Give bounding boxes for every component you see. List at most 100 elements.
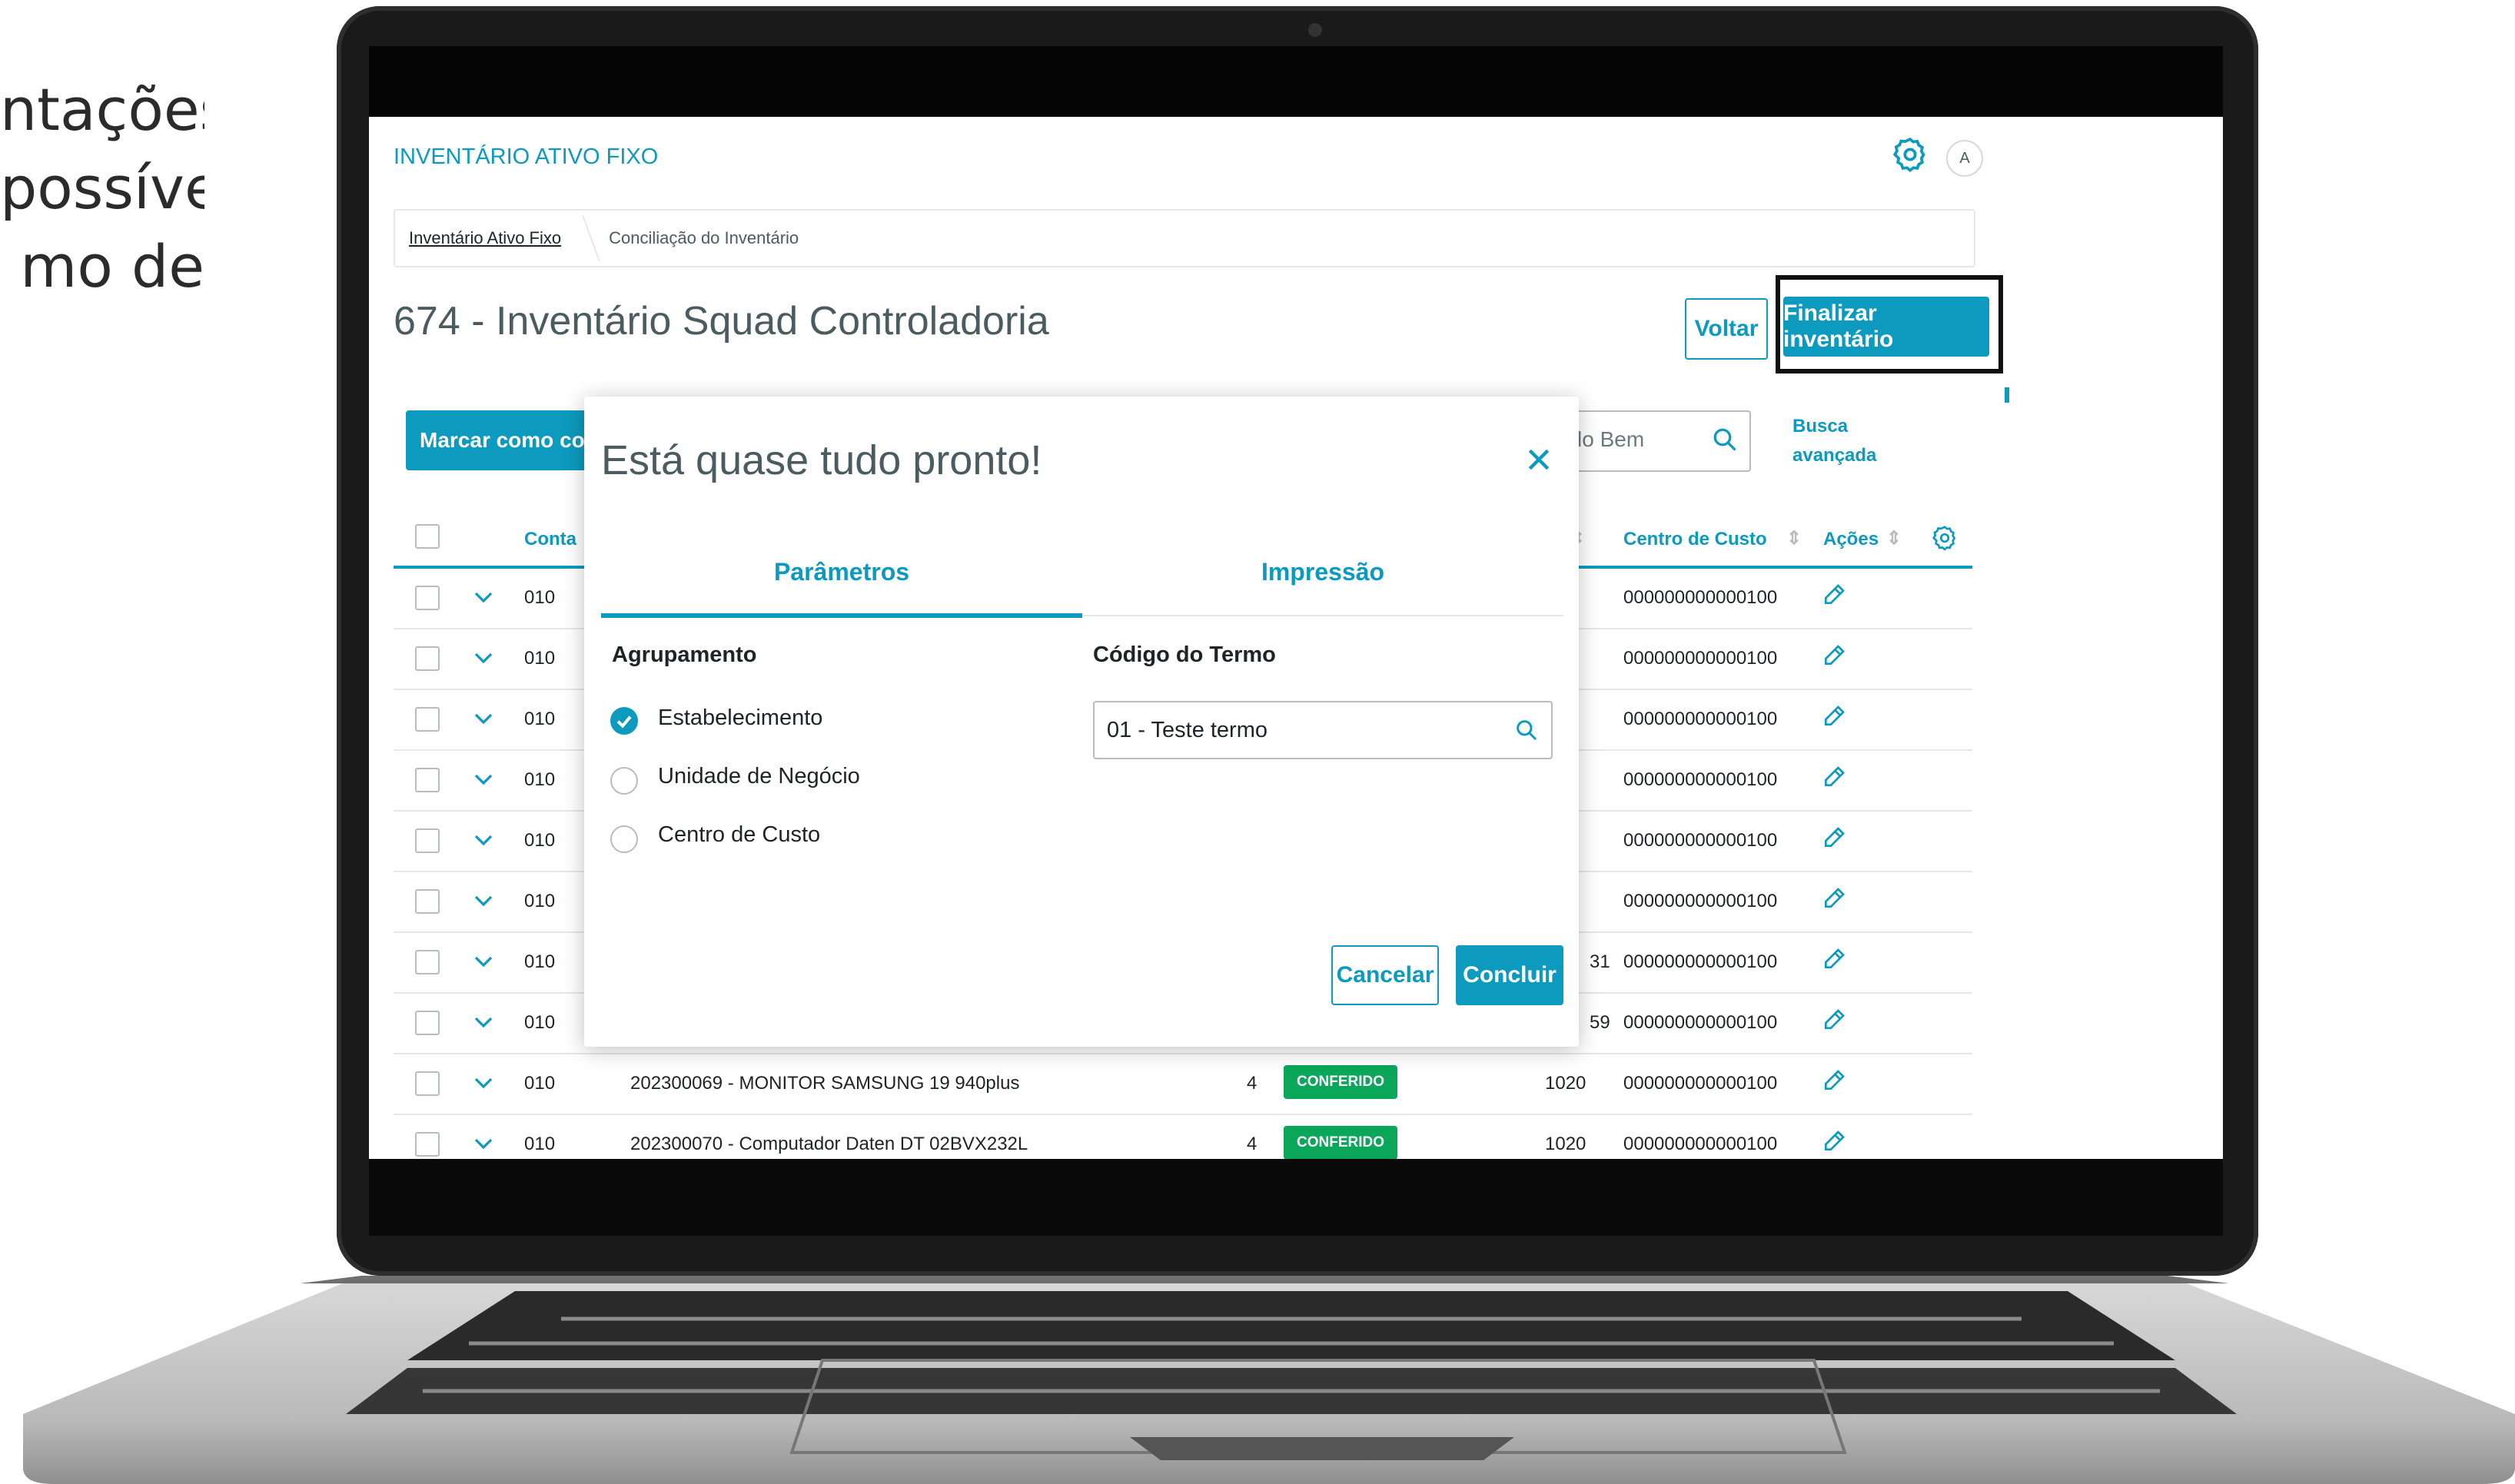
codigo-termo-lookup[interactable]: 01 - Teste termo <box>1093 701 1553 759</box>
laptop-base <box>23 1260 2515 1484</box>
status-badge: CONFERIDO <box>1284 1065 1397 1099</box>
search-icon[interactable] <box>1711 426 1739 453</box>
radio-label-centro-custo[interactable]: Centro de Custo <box>658 822 820 848</box>
codigo-termo-value: 01 - Teste termo <box>1107 718 1268 742</box>
cell-conta: 010 <box>524 769 556 790</box>
edit-pencil-icon[interactable] <box>1822 643 1846 668</box>
tab-impressao[interactable]: Impressão <box>1082 558 1563 601</box>
radio-estabelecimento[interactable] <box>610 707 638 735</box>
row-checkbox[interactable] <box>415 1011 440 1035</box>
edit-pencil-icon[interactable] <box>1822 765 1846 789</box>
breadcrumb-current: Conciliação do Inventário <box>609 228 799 247</box>
cell-conta: 010 <box>524 1073 556 1094</box>
user-avatar[interactable]: A <box>1946 140 1983 177</box>
row-checkbox[interactable] <box>415 1071 440 1096</box>
row-checkbox[interactable] <box>415 828 440 853</box>
finalizar-inventario-button[interactable]: Finalizar inventário <box>1783 297 1989 357</box>
sort-icon[interactable]: ⇕ <box>1886 527 1902 549</box>
page-title: 674 - Inventário Squad Controladoria <box>394 299 1049 344</box>
app-screen: INVENTÁRIO ATIVO FIXO A Inventário Ativo… <box>369 117 2223 1159</box>
busca-avancada-line: Busca <box>1792 416 1849 437</box>
cell-centro-custo: 000000000000100 <box>1623 1012 1778 1033</box>
close-icon[interactable] <box>1523 444 1554 475</box>
row-checkbox[interactable] <box>415 768 440 792</box>
cancelar-button[interactable]: Cancelar <box>1331 945 1439 1005</box>
cell-centro-custo: 000000000000100 <box>1623 830 1778 851</box>
row-checkbox[interactable] <box>415 1132 440 1157</box>
chevron-down-icon[interactable] <box>472 768 495 791</box>
radio-unidade-negocio[interactable] <box>610 767 638 795</box>
laptop-bezel-top <box>369 46 2223 117</box>
app-title[interactable]: INVENTÁRIO ATIVO FIXO <box>394 144 658 170</box>
chevron-down-icon[interactable] <box>472 1071 495 1094</box>
cell-conta: 010 <box>524 587 556 608</box>
search-input[interactable]: lo Bem <box>1568 410 1751 472</box>
chevron-down-icon[interactable] <box>472 1132 495 1155</box>
edit-pencil-icon[interactable] <box>1822 704 1846 729</box>
chevron-down-icon[interactable] <box>472 828 495 852</box>
radio-centro-custo[interactable] <box>610 825 638 853</box>
table-row[interactable]: 010 202300069 - MONITOR SAMSUNG 19 940plu… <box>394 1054 1972 1115</box>
chevron-down-icon[interactable] <box>472 646 495 669</box>
column-header-acoes[interactable]: Ações <box>1823 529 1879 550</box>
concluir-button[interactable]: Concluir <box>1456 945 1563 1005</box>
sort-icon[interactable]: ⇕ <box>1786 527 1802 549</box>
cell-conta: 010 <box>524 1012 556 1033</box>
cell-conta: 010 <box>524 648 556 669</box>
marcar-conferido-button[interactable]: Marcar como conferido <box>406 410 612 470</box>
edit-pencil-icon[interactable] <box>1822 583 1846 607</box>
cell-conta: 010 <box>524 951 556 972</box>
active-tab-indicator <box>601 613 1082 618</box>
radio-label-unidade-negocio[interactable]: Unidade de Negócio <box>658 764 860 789</box>
search-icon[interactable] <box>1514 718 1539 742</box>
side-text: ntações possível mo de <box>0 71 204 306</box>
chevron-down-icon[interactable] <box>472 950 495 973</box>
cell-centro-custo: 000000000000100 <box>1623 1134 1778 1154</box>
row-checkbox[interactable] <box>415 646 440 671</box>
radio-label-estabelecimento[interactable]: Estabelecimento <box>658 705 822 731</box>
cell-conta: 010 <box>524 1134 556 1154</box>
column-header-centro-custo[interactable]: Centro de Custo <box>1623 529 1767 550</box>
side-text-line: possível <box>0 154 204 222</box>
edit-pencil-icon[interactable] <box>1822 886 1846 911</box>
select-all-checkbox[interactable] <box>415 524 440 549</box>
chevron-down-icon[interactable] <box>472 1011 495 1034</box>
column-header-conta[interactable]: Conta <box>524 529 576 550</box>
cell-centro-custo: 000000000000100 <box>1623 769 1778 790</box>
breadcrumb-link-inventario[interactable]: Inventário Ativo Fixo <box>409 228 561 248</box>
webcam-icon <box>1308 23 1322 37</box>
cell-numero: 1020 <box>1545 1134 1586 1154</box>
breadcrumb: Inventário Ativo Fixo Conciliação do Inv… <box>394 209 1975 267</box>
cell-centro-custo: 000000000000100 <box>1623 648 1778 669</box>
agrupamento-label: Agrupamento <box>612 642 757 667</box>
row-checkbox[interactable] <box>415 586 440 610</box>
cell-centro-custo: 000000000000100 <box>1623 951 1778 972</box>
busca-avancada-line: avançada <box>1792 445 1877 466</box>
settings-gear-icon[interactable] <box>1891 135 1929 174</box>
column-settings-icon[interactable] <box>1931 524 1959 552</box>
laptop-bezel-bottom <box>369 1159 2223 1236</box>
row-checkbox[interactable] <box>415 950 440 974</box>
chevron-down-icon[interactable] <box>472 586 495 609</box>
busca-avancada-link[interactable]: Busca avançada <box>1792 412 1876 470</box>
side-text-line: mo de <box>20 232 204 300</box>
edit-pencil-icon[interactable] <box>1822 1129 1846 1154</box>
row-checkbox[interactable] <box>415 707 440 732</box>
edit-pencil-icon[interactable] <box>1822 825 1846 850</box>
cell-numero: 31 <box>1590 951 1610 972</box>
tab-parametros[interactable]: Parâmetros <box>601 558 1082 601</box>
chevron-down-icon[interactable] <box>472 707 495 730</box>
cell-numero: 1020 <box>1545 1073 1586 1094</box>
chevron-down-icon[interactable] <box>472 889 495 912</box>
cell-conta: 010 <box>524 830 556 851</box>
cell-centro-custo: 000000000000100 <box>1623 891 1778 911</box>
table-row[interactable]: 010 202300070 - Computador Daten DT 02BVX… <box>394 1115 1972 1159</box>
edit-pencil-icon[interactable] <box>1822 1068 1846 1093</box>
cell-numero: 59 <box>1590 1012 1610 1033</box>
cell-centro-custo: 000000000000100 <box>1623 587 1778 608</box>
voltar-button[interactable]: Voltar <box>1685 298 1768 360</box>
edit-pencil-icon[interactable] <box>1822 1008 1846 1032</box>
row-checkbox[interactable] <box>415 889 440 914</box>
edit-pencil-icon[interactable] <box>1822 947 1846 971</box>
modal-title: Está quase tudo pronto! <box>601 437 1042 483</box>
